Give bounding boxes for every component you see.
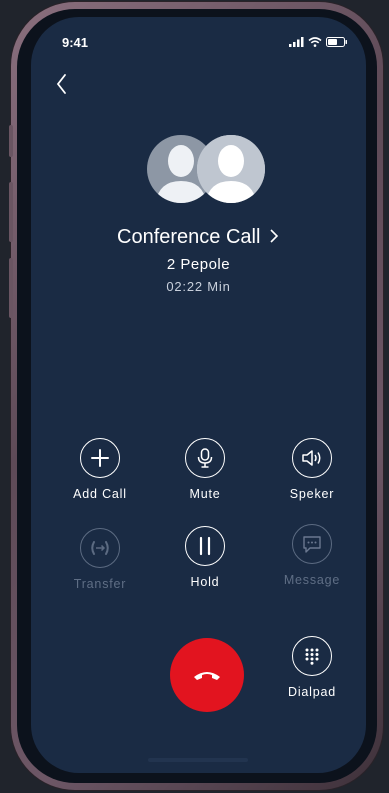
dialpad-icon [305, 648, 319, 665]
speaker-control: Speker [267, 438, 357, 501]
transfer-button[interactable] [80, 528, 120, 568]
add-call-control: Add Call [55, 438, 145, 501]
message-button[interactable] [292, 524, 332, 564]
plus-icon [91, 449, 109, 467]
message-icon [303, 536, 321, 553]
participant-count: 2 Pepole [166, 256, 231, 273]
avatar [197, 135, 265, 203]
end-call-button[interactable] [170, 638, 244, 712]
silent-switch [9, 125, 13, 157]
phone-hangup-icon [194, 672, 220, 680]
transfer-icon [91, 541, 109, 555]
call-screen: 9:41 Conference Call 2 Pepole 02:22 Min … [31, 17, 366, 773]
back-chevron-icon [56, 74, 66, 94]
mute-label: Mute [189, 487, 221, 501]
message-label: Message [283, 573, 341, 587]
wifi-icon [308, 37, 322, 47]
back-button[interactable] [51, 72, 75, 96]
dialpad-button[interactable] [292, 636, 332, 676]
dialpad-label: Dialpad [288, 685, 336, 699]
battery-icon [326, 37, 347, 47]
mute-control: Mute [160, 438, 250, 501]
transfer-label: Transfer [73, 577, 127, 591]
call-title: Conference Call [117, 226, 261, 248]
status-time: 9:41 [62, 35, 89, 50]
home-indicator [148, 758, 248, 762]
speaker-label: Speker [289, 487, 335, 501]
hold-control: Hold [160, 526, 250, 589]
call-duration: 02:22 Min [166, 279, 231, 294]
hold-button[interactable] [185, 526, 225, 566]
chevron-right-icon [270, 229, 279, 243]
message-control: Message [267, 524, 357, 587]
volume-up-button [9, 182, 13, 242]
microphone-icon [197, 448, 213, 468]
hold-label: Hold [190, 575, 220, 589]
speaker-icon [302, 450, 321, 466]
status-icons [289, 37, 348, 47]
pause-icon [199, 536, 211, 556]
person-icon [197, 135, 265, 203]
participant-avatars [147, 135, 265, 203]
add-call-label: Add Call [73, 487, 127, 501]
call-title-row[interactable]: Conference Call [31, 226, 366, 249]
status-bar: 9:41 [31, 17, 366, 67]
transfer-control: Transfer [55, 528, 145, 591]
add-call-button[interactable] [80, 438, 120, 478]
signal-icon [289, 37, 304, 47]
volume-down-button [9, 258, 13, 318]
speaker-button[interactable] [292, 438, 332, 478]
mute-button[interactable] [185, 438, 225, 478]
dialpad-control: Dialpad [267, 636, 357, 699]
